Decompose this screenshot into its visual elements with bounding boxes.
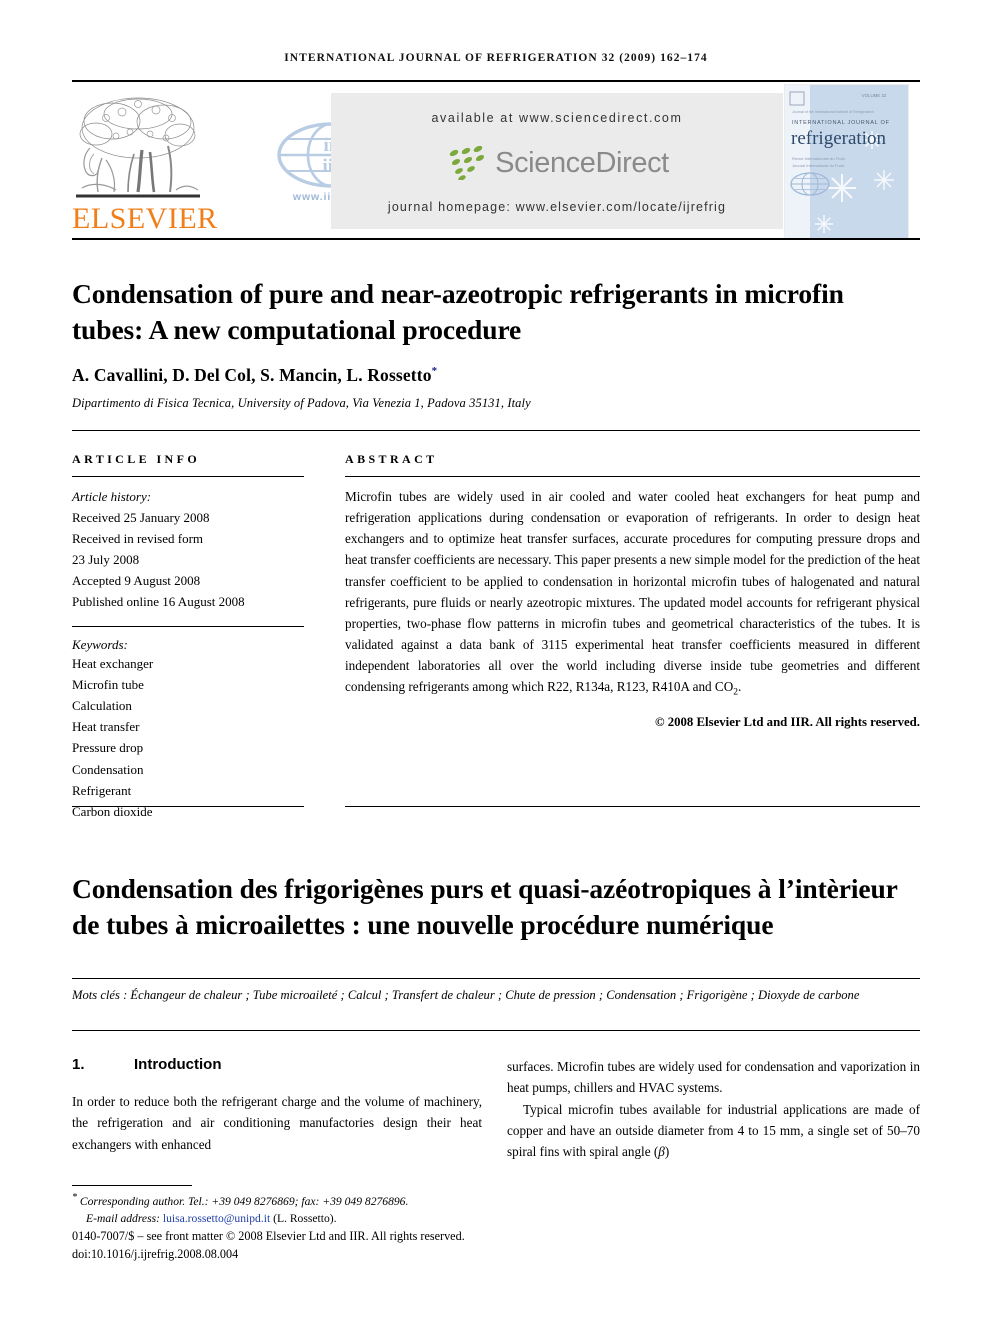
history-item: Published online 16 August 2008 [72,594,245,610]
email-label: E-mail address: [86,1212,160,1226]
intro-paragraph-left: In order to reduce both the refrigerant … [72,1094,482,1152]
elsevier-logo: ELSEVIER [72,88,218,235]
info-top-rule [72,430,920,431]
beta-symbol: β [658,1144,665,1159]
keywords-list: Heat exchanger Microfin tube Calculation… [72,653,304,821]
svg-text:refrigeration: refrigeration [791,128,886,149]
intro-text-post: ) [664,1144,670,1159]
history-item: Received in revised form [72,531,204,547]
cover-image: VOLUME 32 Journal of the International I… [784,84,909,239]
abstract-column: ABSTRACT Microfin tubes are widely used … [345,452,920,730]
footnote-block: * Corresponding author. Tel.: +39 049 82… [72,1190,512,1228]
french-keywords: Mots clés : Échangeur de chaleur ; Tube … [72,988,860,1002]
keyword-item: Carbon dioxide [72,803,153,819]
sciencedirect-logo: ScienceDirect [331,142,783,184]
abstract-bottom-rule [345,806,920,807]
keyword-item: Heat exchanger [72,656,154,672]
article-page: INTERNATIONAL JOURNAL OF REFRIGERATION 3… [0,0,992,1323]
front-matter-block: 0140-7007/$ – see front matter © 2008 El… [72,1228,672,1263]
french-top-rule [72,978,920,979]
abstract-body: Microfin tubes are widely used in air co… [345,486,920,701]
masthead: ELSEVIER iif iir www.iifiir.org availabl… [72,80,920,240]
abstract-text-end: . [738,679,742,695]
article-info-rule [72,476,304,477]
elsevier-tree-icon [76,97,200,198]
front-matter-line: 0140-7007/$ – see front matter © 2008 El… [72,1229,465,1243]
abstract-text-main: Microfin tubes are widely used in air co… [345,489,921,695]
svg-text:Journal International du Froid: Journal International du Froid [792,163,844,168]
email-link[interactable]: luisa.rossetto@unipd.it [163,1212,270,1225]
keyword-item: Pressure drop [72,740,144,756]
page-title: Condensation of pure and near-azeotropic… [72,278,844,346]
footnote-marker: * [72,1192,77,1203]
article-info-heading: ARTICLE INFO [72,452,201,466]
doi-line: doi:10.1016/j.ijrefrig.2008.08.004 [72,1246,239,1261]
body-column-left: 1. Introduction In order to reduce both … [72,1056,482,1155]
article-info-column: ARTICLE INFO Article history: Received 2… [72,452,304,822]
keywords-rule [72,626,304,628]
intro-text-pre: Typical microfin tubes available for ind… [507,1101,920,1160]
article-history-label: Article history: [72,489,152,504]
keyword-item: Microfin tube [72,677,144,693]
svg-text:INTERNATIONAL JOURNAL OF: INTERNATIONAL JOURNAL OF [792,120,890,126]
keyword-item: Refrigerant [72,782,132,798]
keyword-item: Condensation [72,761,144,777]
history-item: Accepted 9 August 2008 [72,573,201,589]
journal-homepage-text: journal homepage: www.elsevier.com/locat… [387,200,727,214]
section-title: Introduction [134,1056,222,1073]
abstract-rule [345,476,920,477]
intro-paragraph-right-2: Typical microfin tubes available for ind… [507,1099,920,1163]
corresponding-author-note: * Corresponding author. Tel.: +39 049 82… [72,1190,512,1210]
affiliation: Dipartimento di Fisica Tecnica, Universi… [72,396,531,410]
history-item: 23 July 2008 [72,552,140,568]
elsevier-wordmark: ELSEVIER [72,202,218,235]
corresponding-author-text: Corresponding author. Tel.: +39 049 8276… [79,1194,409,1208]
info-bottom-rule [72,806,304,807]
svg-text:VOLUME 32: VOLUME 32 [862,93,887,98]
email-line: E-mail address: luisa.rossetto@unipd.it … [72,1210,512,1227]
keyword-item: Heat transfer [72,719,140,735]
keyword-item: Calculation [72,698,132,714]
section-heading-introduction: 1. Introduction [72,1056,482,1073]
running-head: INTERNATIONAL JOURNAL OF REFRIGERATION 3… [284,52,708,64]
sciencedirect-banner: available at www.sciencedirect.com Scien… [331,93,783,229]
french-bottom-rule [72,1030,920,1031]
sciencedirect-wordmark: ScienceDirect [495,146,669,179]
available-at-text: available at www.sciencedirect.com [431,111,683,125]
abstract-heading: ABSTRACT [345,452,438,466]
journal-cover-thumbnail: VOLUME 32 Journal of the International I… [780,84,920,240]
svg-text:Revue Internationale du Froid: Revue Internationale du Froid [792,156,845,161]
author-names: A. Cavallini, D. Del Col, S. Mancin, L. … [72,365,432,385]
abstract-copyright: © 2008 Elsevier Ltd and IIR. All rights … [654,714,920,729]
footnote-rule [72,1185,192,1186]
corresponding-author-marker: * [431,365,438,378]
author-list: A. Cavallini, D. Del Col, S. Mancin, L. … [72,365,872,386]
email-owner: (L. Rossetto). [273,1212,337,1226]
masthead-bottom-rule [72,238,920,240]
keywords-label: Keywords: [72,637,128,653]
sciencedirect-dots-icon [449,146,485,180]
body-column-right: surfaces. Microfin tubes are widely used… [507,1056,920,1162]
history-item: Received 25 January 2008 [72,510,210,526]
article-history: Article history: Received 25 January 200… [72,486,304,612]
section-number: 1. [72,1056,85,1073]
french-title: Condensation des frigorigènes purs et qu… [72,872,898,940]
intro-paragraph-right-1: surfaces. Microfin tubes are widely used… [507,1059,920,1096]
svg-text:Journal of the International I: Journal of the International Institute o… [792,110,874,114]
